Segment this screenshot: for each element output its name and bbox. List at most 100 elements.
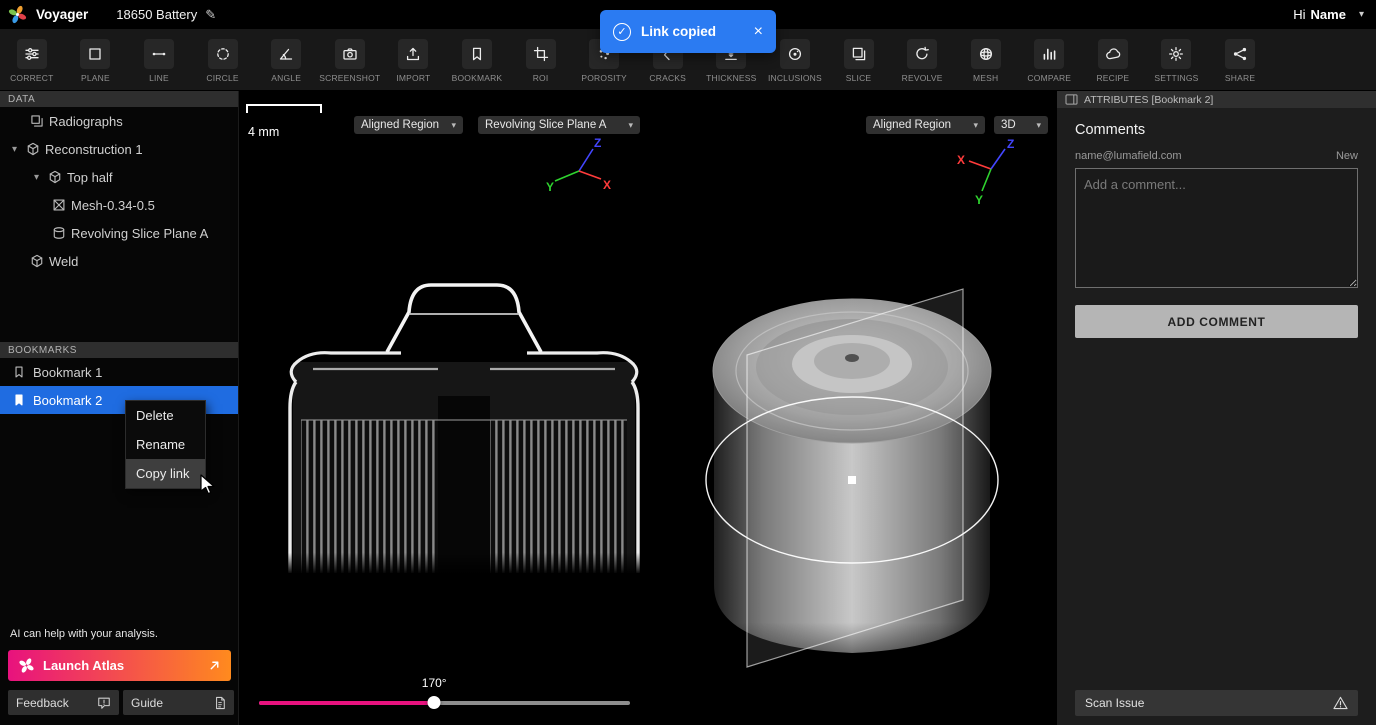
tool-recipe[interactable]: RECIPE bbox=[1081, 39, 1145, 83]
inclusions-icon bbox=[787, 46, 803, 62]
svg-text:Y: Y bbox=[546, 180, 554, 194]
bookmark-filled-icon bbox=[12, 393, 26, 407]
chevron-down-icon[interactable]: ▾ bbox=[8, 144, 21, 155]
svg-text:Z: Z bbox=[1007, 137, 1014, 151]
tree-item-0[interactable]: Radiographs bbox=[0, 107, 238, 135]
cube-icon bbox=[26, 142, 40, 156]
scan-issue-label: Scan Issue bbox=[1085, 696, 1145, 710]
camera-icon bbox=[342, 46, 358, 62]
chevron-down-icon[interactable]: ▾ bbox=[30, 172, 43, 183]
context-menu: Delete Rename Copy link bbox=[125, 400, 206, 489]
svg-text:X: X bbox=[603, 178, 611, 192]
panel-collapse-icon[interactable] bbox=[1065, 94, 1078, 105]
mesh-grid-icon bbox=[52, 198, 66, 212]
lumafield-logo-icon[interactable] bbox=[6, 4, 28, 26]
chevron-down-icon: ▾ bbox=[451, 119, 456, 130]
tool-slice[interactable]: SLICE bbox=[827, 39, 891, 83]
toast-close-icon[interactable]: × bbox=[754, 23, 763, 40]
chevron-down-icon: ▾ bbox=[1358, 9, 1364, 20]
tool-plane[interactable]: PLANE bbox=[64, 39, 128, 83]
context-menu-item-rename[interactable]: Rename bbox=[126, 430, 205, 459]
tool-share[interactable]: SHARE bbox=[1208, 39, 1272, 83]
cube-icon bbox=[48, 170, 62, 184]
recipe-icon bbox=[1105, 46, 1121, 62]
compare-icon bbox=[1041, 46, 1057, 62]
axis-gizmo-left: Z Y X bbox=[546, 136, 611, 194]
settings-icon bbox=[1168, 46, 1184, 62]
app-name: Voyager bbox=[36, 7, 89, 22]
tool-line[interactable]: LINE bbox=[127, 39, 191, 83]
feedback-bubble-icon bbox=[97, 696, 111, 710]
tool-compare[interactable]: COMPARE bbox=[1018, 39, 1082, 83]
slice-view-canvas[interactable] bbox=[283, 250, 645, 573]
tool-circle[interactable]: CIRCLE bbox=[191, 39, 255, 83]
attributes-panel: ATTRIBUTES [Bookmark 2] Comments name@lu… bbox=[1057, 91, 1376, 725]
mesh-icon bbox=[978, 46, 994, 62]
bookmark-item-0[interactable]: Bookmark 1 bbox=[0, 358, 238, 386]
tool-import[interactable]: IMPORT bbox=[382, 39, 446, 83]
view-mode-select[interactable]: 3D ▾ bbox=[994, 116, 1048, 134]
tool-screenshot[interactable]: SCREENSHOT bbox=[318, 39, 382, 83]
rotation-slider[interactable]: 170° bbox=[259, 676, 630, 711]
region-select-left[interactable]: Aligned Region ▾ bbox=[354, 116, 463, 134]
region-select-right[interactable]: Aligned Region ▾ bbox=[866, 116, 985, 134]
tool-settings[interactable]: SETTINGS bbox=[1145, 39, 1209, 83]
comment-input[interactable] bbox=[1075, 168, 1358, 288]
cylinder-icon bbox=[52, 226, 66, 240]
guide-button[interactable]: Guide bbox=[123, 690, 234, 715]
guide-document-icon bbox=[214, 696, 226, 710]
tool-correct[interactable]: CORRECT bbox=[0, 39, 64, 83]
app-root: Voyager 18650 Battery ✎ Hi Name ▾ ✓ Link… bbox=[0, 0, 1376, 725]
bookmark-icon bbox=[12, 365, 26, 379]
scan-issue-button[interactable]: Scan Issue bbox=[1075, 690, 1358, 716]
chevron-down-icon: ▾ bbox=[1036, 119, 1041, 130]
new-comment-toggle[interactable]: New bbox=[1336, 150, 1358, 162]
bookmarks-section-header: BOOKMARKS bbox=[0, 342, 238, 358]
3d-view-canvas[interactable] bbox=[690, 240, 1010, 690]
svg-text:Z: Z bbox=[594, 136, 601, 150]
scale-label: 4 mm bbox=[248, 125, 280, 139]
feedback-label: Feedback bbox=[16, 695, 69, 710]
tool-angle[interactable]: ANGLE bbox=[254, 39, 318, 83]
tree-item-5[interactable]: Weld bbox=[0, 247, 238, 275]
tool-bookmark[interactable]: BOOKMARK bbox=[445, 39, 509, 83]
feedback-button[interactable]: Feedback bbox=[8, 690, 119, 715]
tool-revolve[interactable]: REVOLVE bbox=[890, 39, 954, 83]
ai-hint-text: AI can help with your analysis. bbox=[10, 628, 158, 640]
user-menu[interactable]: Hi Name ▾ bbox=[1293, 7, 1364, 22]
correct-sliders-icon bbox=[24, 46, 40, 62]
bookmark-icon bbox=[469, 46, 485, 62]
revolve-icon bbox=[914, 46, 930, 62]
context-menu-item-copy-link[interactable]: Copy link bbox=[126, 459, 205, 488]
plane-icon bbox=[87, 46, 103, 62]
tree-item-4[interactable]: Revolving Slice Plane A bbox=[0, 219, 238, 247]
tree-item-1[interactable]: ▾ Reconstruction 1 bbox=[0, 135, 238, 163]
edit-title-icon[interactable]: ✎ bbox=[205, 7, 216, 23]
slice-icon bbox=[851, 46, 867, 62]
tree-item-3[interactable]: Mesh-0.34-0.5 bbox=[0, 191, 238, 219]
cube-icon bbox=[30, 254, 44, 268]
tool-mesh[interactable]: MESH bbox=[954, 39, 1018, 83]
check-circle-icon: ✓ bbox=[613, 22, 631, 41]
toast-message: Link copied bbox=[641, 24, 717, 39]
tool-roi[interactable]: ROI bbox=[509, 39, 573, 83]
rotation-slider-value: 170° bbox=[421, 676, 447, 690]
tree-item-2[interactable]: ▾ Top half bbox=[0, 163, 238, 191]
add-comment-button[interactable]: ADD COMMENT bbox=[1075, 305, 1358, 338]
slice-select-left[interactable]: Revolving Slice Plane A ▾ bbox=[478, 116, 640, 134]
angle-icon bbox=[278, 46, 294, 62]
guide-label: Guide bbox=[131, 695, 164, 710]
axis-gizmo-right: X Z Y bbox=[957, 137, 1014, 207]
launch-atlas-button[interactable]: Launch Atlas bbox=[8, 650, 231, 681]
context-menu-item-delete[interactable]: Delete bbox=[126, 401, 205, 430]
user-greeting: Hi bbox=[1293, 7, 1306, 22]
author-email: name@lumafield.com bbox=[1075, 150, 1182, 162]
rotation-slider-handle[interactable] bbox=[427, 696, 441, 709]
arrow-up-right-icon bbox=[208, 659, 221, 672]
svg-text:Y: Y bbox=[975, 193, 983, 207]
attributes-header-label: ATTRIBUTES [Bookmark 2] bbox=[1084, 93, 1214, 106]
radiographs-layers-icon bbox=[30, 114, 44, 128]
share-icon bbox=[1232, 46, 1248, 62]
data-tree: Radiographs ▾ Reconstruction 1 ▾ Top half Mes… bbox=[0, 107, 238, 275]
chevron-down-icon: ▾ bbox=[973, 119, 978, 130]
